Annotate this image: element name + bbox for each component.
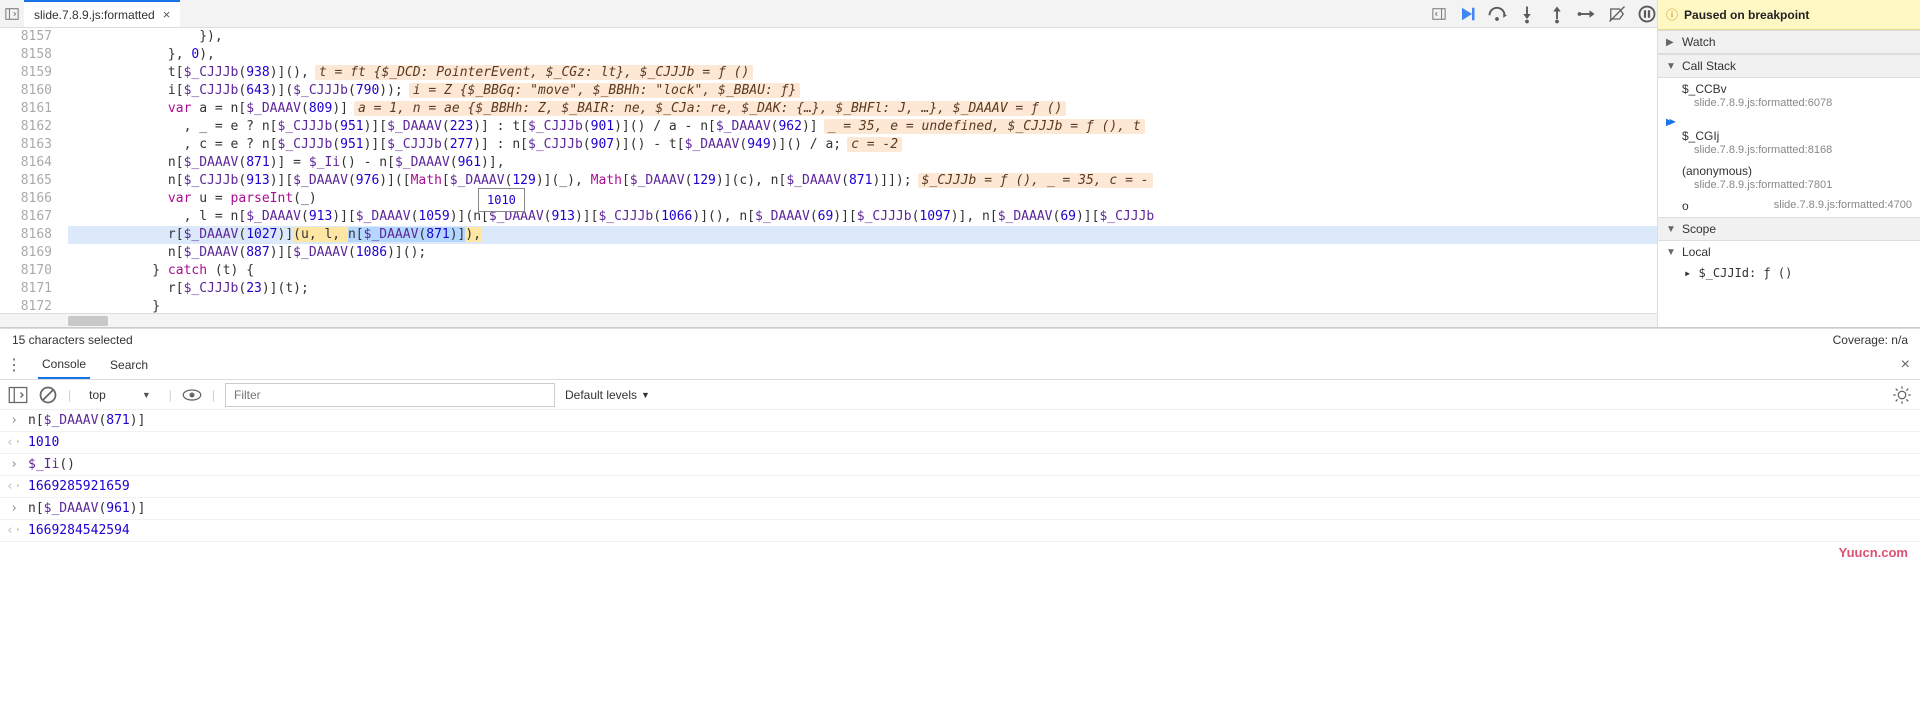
local-section-header[interactable]: ▼Local xyxy=(1658,241,1920,263)
close-tab-button[interactable]: × xyxy=(163,7,171,22)
console-output-row: ‹·1669285921659 xyxy=(0,476,1920,498)
console-input-row: ›$_Ii() xyxy=(0,454,1920,476)
callstack-section-header[interactable]: ▼Call Stack xyxy=(1658,54,1920,78)
code-line[interactable]: 8164 n[$_DAAAV(871)] = $_Ii() - n[$_DAAA… xyxy=(0,154,1657,172)
code-line[interactable]: 8168 r[$_DAAAV(1027)](u, l, n[$_DAAAV(87… xyxy=(0,226,1657,244)
clear-console-button[interactable] xyxy=(38,385,58,405)
search-tab[interactable]: Search xyxy=(106,352,152,378)
callstack-frame[interactable]: (anonymous)slide.7.8.9.js:formatted:7801 xyxy=(1658,160,1920,195)
horizontal-scrollbar[interactable] xyxy=(0,313,1657,327)
tab-title: slide.7.8.9.js:formatted xyxy=(34,8,155,22)
console-output-row: ‹·1669284542594 xyxy=(0,520,1920,542)
console-toolbar: | top▼ | | Default levels ▼ xyxy=(0,380,1920,410)
code-line[interactable]: 8162 , _ = e ? n[$_CJJJb(951)][$_DAAAV(2… xyxy=(0,118,1657,136)
code-line[interactable]: 8161 var a = n[$_DAAAV(809)]a = 1, n = a… xyxy=(0,100,1657,118)
console-input-row: ›n[$_DAAAV(961)] xyxy=(0,498,1920,520)
value-tooltip: 1010 xyxy=(478,188,525,212)
console-settings-button[interactable] xyxy=(1892,385,1912,405)
console-tab[interactable]: Console xyxy=(38,351,90,379)
callstack-frame[interactable]: ▶$_CGIjslide.7.8.9.js:formatted:8168 xyxy=(1658,113,1920,160)
code-line[interactable]: 8167 , l = n[$_DAAAV(913)][$_DAAAV(1059)… xyxy=(0,208,1657,226)
scope-section-header[interactable]: ▼Scope xyxy=(1658,217,1920,241)
console-input-row: ›n[$_DAAAV(871)] xyxy=(0,410,1920,432)
console-output[interactable]: ›n[$_DAAAV(871)]‹·1010›$_Ii()‹·166928592… xyxy=(0,410,1920,702)
step-out-button[interactable] xyxy=(1547,4,1567,24)
code-line[interactable]: 8163 , c = e ? n[$_CJJJb(951)][$_CJJJb(2… xyxy=(0,136,1657,154)
code-line[interactable]: 8165 n[$_CJJJb(913)][$_DAAAV(976)]([Math… xyxy=(0,172,1657,190)
console-filter-input[interactable] xyxy=(225,383,555,407)
code-line[interactable]: 8157 }), xyxy=(0,28,1657,46)
step-into-button[interactable] xyxy=(1517,4,1537,24)
pause-on-exceptions-button[interactable] xyxy=(1637,4,1657,24)
code-line[interactable]: 8166 var u = parseInt(_)1010 xyxy=(0,190,1657,208)
code-line[interactable]: 8158 }, 0), xyxy=(0,46,1657,64)
close-drawer-button[interactable]: × xyxy=(1901,356,1914,374)
code-line[interactable]: 8160 i[$_CJJJb(643)]($_CJJJb(790));i = Z… xyxy=(0,82,1657,100)
drawer-menu-button[interactable]: ⋮ xyxy=(6,355,22,375)
selection-status: 15 characters selected xyxy=(12,333,133,347)
code-line[interactable]: 8170 } catch (t) { xyxy=(0,262,1657,280)
console-output-row: ‹·1010 xyxy=(0,432,1920,454)
code-line[interactable]: 8169 n[$_DAAAV(887)][$_DAAAV(1086)](); xyxy=(0,244,1657,262)
drawer-tabbar: ⋮ Console Search × xyxy=(0,350,1920,380)
code-line[interactable]: 8172 } xyxy=(0,298,1657,313)
resume-button[interactable] xyxy=(1457,4,1477,24)
source-tab[interactable]: slide.7.8.9.js:formatted × xyxy=(24,0,180,27)
deactivate-breakpoints-button[interactable] xyxy=(1607,4,1627,24)
step-over-button[interactable] xyxy=(1487,4,1507,24)
step-button[interactable] xyxy=(1577,4,1597,24)
pause-banner: ⓘ Paused on breakpoint xyxy=(1658,0,1920,30)
editor-tabbar: slide.7.8.9.js:formatted × xyxy=(0,0,1657,28)
log-levels-selector[interactable]: Default levels ▼ xyxy=(565,388,650,402)
editor-statusbar: 15 characters selected Coverage: n/a xyxy=(0,328,1920,350)
coverage-status: Coverage: n/a xyxy=(1833,333,1908,347)
code-line[interactable]: 8159 t[$_CJJJb(938)](),t = ft {$_DCD: Po… xyxy=(0,64,1657,82)
code-line[interactable]: 8171 r[$_CJJJb(23)](t); xyxy=(0,280,1657,298)
toggle-console-sidebar-button[interactable] xyxy=(8,385,28,405)
callstack-frame[interactable]: oslide.7.8.9.js:formatted:4700 xyxy=(1658,195,1920,217)
debugger-sidebar: ⓘ Paused on breakpoint ▶Watch ▼Call Stac… xyxy=(1658,0,1920,327)
toggle-navigator-button[interactable] xyxy=(0,1,24,27)
context-selector[interactable]: top▼ xyxy=(81,386,159,404)
toggle-debugger-button[interactable] xyxy=(1427,1,1451,27)
info-icon: ⓘ xyxy=(1666,6,1678,23)
callstack-frame[interactable]: $_CCBvslide.7.8.9.js:formatted:6078 xyxy=(1658,78,1920,113)
watch-section-header[interactable]: ▶Watch xyxy=(1658,30,1920,54)
live-expression-button[interactable] xyxy=(182,385,202,405)
scope-local-variable[interactable]: ▸ $_CJJId: ƒ () xyxy=(1658,263,1920,283)
code-editor[interactable]: 8157 }),8158 }, 0),8159 t[$_CJJJb(938)](… xyxy=(0,28,1657,313)
